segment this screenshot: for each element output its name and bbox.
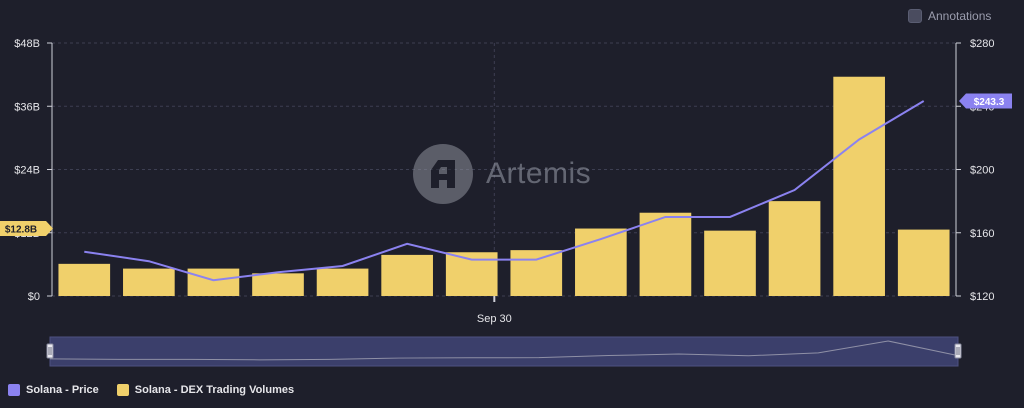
- legend-label-price: Solana - Price: [26, 384, 99, 396]
- volume-bar: [510, 250, 563, 296]
- legend: Solana - Price Solana - DEX Trading Volu…: [8, 384, 294, 396]
- annotations-checkbox[interactable]: [908, 9, 922, 23]
- y-left-tick-label: $48B: [14, 38, 40, 50]
- price-callout: $243.3: [959, 93, 1012, 109]
- y-left-tick-label: $24B: [14, 165, 40, 177]
- legend-item-volume[interactable]: Solana - DEX Trading Volumes: [116, 384, 295, 396]
- volume-bar: [704, 230, 756, 296]
- volume-bar: [639, 212, 692, 296]
- y-left-tick-label: $36B: [14, 101, 40, 113]
- volume-bar: [123, 268, 175, 296]
- y-right-tick-label: $120: [970, 291, 994, 303]
- artemis-logo-icon: [413, 144, 473, 204]
- y-right-tick-label: $160: [970, 228, 994, 240]
- navigator-handle-left[interactable]: [46, 343, 54, 359]
- volume-bar: [381, 254, 433, 296]
- callout-label: $243.3: [974, 97, 1005, 108]
- y-right-tick-label: $280: [970, 38, 994, 50]
- volume-bar: [897, 229, 950, 296]
- artemis-watermark: Artemis: [412, 143, 591, 205]
- x-tick-label: Sep 30: [477, 313, 512, 325]
- volume-bar: [768, 201, 821, 296]
- annotations-label[interactable]: Annotations: [928, 9, 991, 24]
- legend-swatch-price: [8, 384, 20, 396]
- y-left-tick-label: $0: [28, 291, 40, 303]
- volume-bar: [252, 273, 304, 296]
- legend-item-price[interactable]: Solana - Price: [8, 384, 99, 396]
- legend-label-volume: Solana - DEX Trading Volumes: [134, 384, 295, 396]
- callout-label: $12.8B: [5, 225, 37, 236]
- volume-bar: [187, 268, 240, 296]
- legend-swatch-volume: [116, 384, 129, 396]
- volume-bar: [316, 268, 369, 296]
- y-right-tick-label: $200: [970, 165, 994, 177]
- volume-bar: [833, 76, 885, 296]
- navigator-selection: [49, 336, 959, 367]
- volume-bar: [58, 263, 111, 296]
- volume-callout: $12.8B: [0, 221, 53, 237]
- navigator-handle-right[interactable]: [954, 343, 962, 359]
- range-navigator: [46, 336, 962, 367]
- watermark-text: Artemis: [486, 157, 592, 190]
